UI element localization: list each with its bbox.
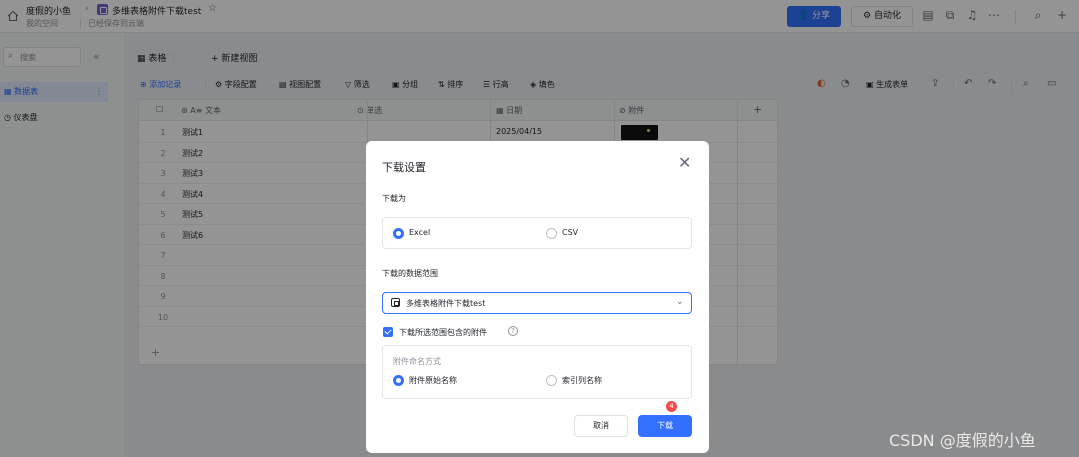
help-icon[interactable]: ? xyxy=(508,326,518,336)
download-button[interactable]: 下载 xyxy=(638,415,692,437)
download-as-label: 下载为 xyxy=(382,194,406,203)
radio-original-name-label[interactable]: 附件原始名称 xyxy=(409,375,457,386)
table-icon xyxy=(391,298,400,307)
radio-index-name[interactable] xyxy=(546,375,557,386)
radio-csv[interactable] xyxy=(546,228,557,239)
radio-index-name-label[interactable]: 索引列名称 xyxy=(562,375,602,386)
include-attachments-label[interactable]: 下载所选范围包含的附件 xyxy=(399,327,487,338)
step-badge: 4 xyxy=(666,401,677,412)
range-select-value: 多维表格附件下载test xyxy=(406,299,486,308)
radio-csv-label[interactable]: CSV xyxy=(562,228,578,237)
close-icon[interactable]: ✕ xyxy=(678,155,691,171)
radio-excel-label[interactable]: Excel xyxy=(409,228,430,237)
range-label: 下载的数据范围 xyxy=(382,269,438,278)
radio-original-name[interactable] xyxy=(393,375,404,386)
watermark: CSDN @度假的小鱼 xyxy=(889,431,1036,450)
naming-title: 附件命名方式 xyxy=(393,357,441,366)
cancel-button[interactable]: 取消 xyxy=(574,415,628,437)
radio-excel[interactable] xyxy=(393,228,404,239)
attachment-naming-box: 附件命名方式 附件原始名称 索引列名称 xyxy=(382,345,692,399)
dialog-title: 下载设置 xyxy=(382,161,426,174)
download-settings-dialog: 下载设置 ✕ 下载为 Excel CSV 下载的数据范围 多维表格附件下载tes… xyxy=(366,141,709,453)
chevron-down-icon: ⌄ xyxy=(676,297,684,307)
format-options: Excel CSV xyxy=(382,217,692,249)
include-attachments-checkbox[interactable] xyxy=(383,327,393,337)
range-select[interactable]: 多维表格附件下载test ⌄ xyxy=(382,292,692,314)
